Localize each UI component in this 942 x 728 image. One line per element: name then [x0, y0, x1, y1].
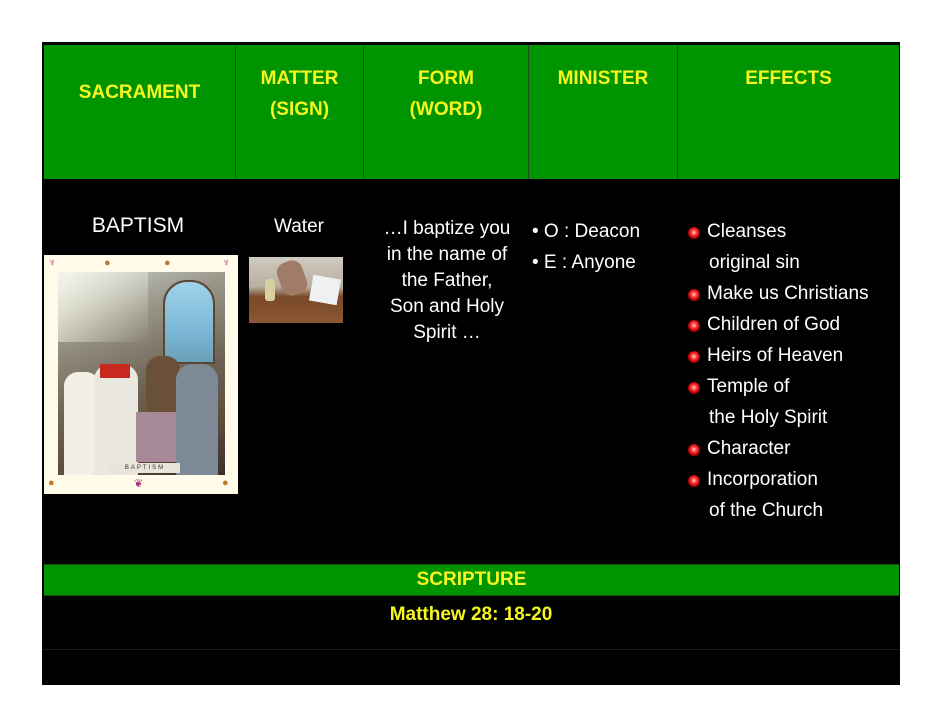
hand-shape	[273, 257, 311, 299]
header-form-sublabel: (WORD)	[409, 99, 483, 120]
baptism-scene: BAPTISM	[58, 272, 225, 475]
red-bullet-icon	[688, 475, 700, 487]
header-sacrament-label: SACRAMENT	[78, 82, 201, 103]
header-form-label: FORM	[418, 68, 474, 89]
header-minister: MINISTER	[529, 45, 678, 179]
effect-text: Cleanses	[707, 221, 787, 242]
form-line: Son and Holy	[389, 296, 505, 317]
effect-item: Cleanses	[685, 216, 900, 247]
scripture-header: SCRIPTURE	[44, 564, 899, 596]
effect-item: Make us Christians	[685, 278, 900, 309]
matter-value: Water	[274, 216, 324, 237]
form-line: the Father,	[401, 270, 493, 291]
red-bullet-icon	[688, 289, 700, 301]
baptism-illustration: ♆ ● ● ♆ ● ❦ ● BAPTISM	[44, 255, 238, 494]
shell-icon: ●	[104, 257, 111, 269]
red-bullet-icon	[688, 444, 700, 456]
red-bullet-icon	[688, 320, 700, 332]
effect-text: Children of God	[707, 314, 841, 335]
header-sacrament: SACRAMENT	[44, 45, 236, 179]
form-words: …I baptize you in the name of the Father…	[367, 216, 527, 346]
header-effects: EFFECTS	[678, 45, 899, 179]
grapes-icon: ❦	[134, 478, 144, 490]
red-bullet-icon	[688, 382, 700, 394]
priest-stole	[100, 364, 130, 378]
light-ray	[58, 272, 148, 342]
effect-item: Children of God	[685, 309, 900, 340]
effect-text: Incorporation	[707, 469, 818, 490]
header-matter: MATTER (SIGN)	[236, 45, 364, 179]
effect-item-continuation: the Holy Spirit	[685, 402, 900, 433]
baptismal-font	[136, 412, 180, 462]
image-caption: BAPTISM	[110, 463, 180, 473]
godfather-figure	[146, 356, 180, 416]
header-effects-label: EFFECTS	[745, 68, 832, 89]
header-minister-label: MINISTER	[557, 68, 649, 89]
sacrament-table-slide: SACRAMENT MATTER (SIGN) FORM (WORD) MINI…	[42, 42, 900, 685]
effect-text: Temple of	[707, 376, 790, 397]
minister-extraordinary: • E : Anyone	[532, 252, 636, 273]
row-divider	[42, 649, 900, 650]
effect-item-continuation: of the Church	[685, 495, 900, 526]
effect-item: Character	[685, 433, 900, 464]
paper-shape	[308, 274, 342, 306]
red-bullet-icon	[688, 227, 700, 239]
effect-text: Make us Christians	[707, 283, 869, 304]
effect-text: Character	[707, 438, 791, 459]
godmother-figure	[176, 364, 218, 475]
sacrament-name: BAPTISM	[91, 214, 185, 237]
effect-text: Heirs of Heaven	[707, 345, 844, 366]
chalice-icon: ♆	[222, 257, 231, 269]
effect-item: Incorporation	[685, 464, 900, 495]
stained-glass-window	[163, 280, 215, 364]
form-line: …I baptize you	[383, 218, 511, 239]
effect-item-continuation: original sin	[685, 247, 900, 278]
shell-icon: ●	[48, 477, 55, 489]
chalice-icon: ♆	[48, 257, 57, 269]
table-header-row: SACRAMENT MATTER (SIGN) FORM (WORD) MINI…	[44, 45, 899, 179]
bottle-shape	[265, 279, 275, 301]
effect-item: Temple of	[685, 371, 900, 402]
minister-list: • O : Deacon • E : Anyone	[532, 216, 682, 278]
minister-ordinary: • O : Deacon	[532, 221, 641, 242]
priest-figure	[94, 364, 138, 475]
shell-icon: ●	[164, 257, 171, 269]
shell-icon: ●	[222, 477, 229, 489]
red-bullet-icon	[688, 351, 700, 363]
form-line: in the name of	[386, 244, 508, 265]
effect-item: Heirs of Heaven	[685, 340, 900, 371]
scripture-reference: Matthew 28: 18-20	[389, 604, 553, 625]
header-form: FORM (WORD)	[364, 45, 529, 179]
form-line: Spirit …	[413, 322, 481, 343]
header-matter-label: MATTER	[260, 68, 339, 89]
effects-list: Cleanses original sin Make us Christians…	[685, 216, 900, 526]
water-pouring-photo	[249, 257, 343, 323]
effect-text: of the Church	[709, 500, 824, 521]
header-matter-sublabel: (SIGN)	[269, 99, 330, 120]
effect-text: the Holy Spirit	[709, 407, 828, 428]
effect-text: original sin	[709, 252, 800, 273]
